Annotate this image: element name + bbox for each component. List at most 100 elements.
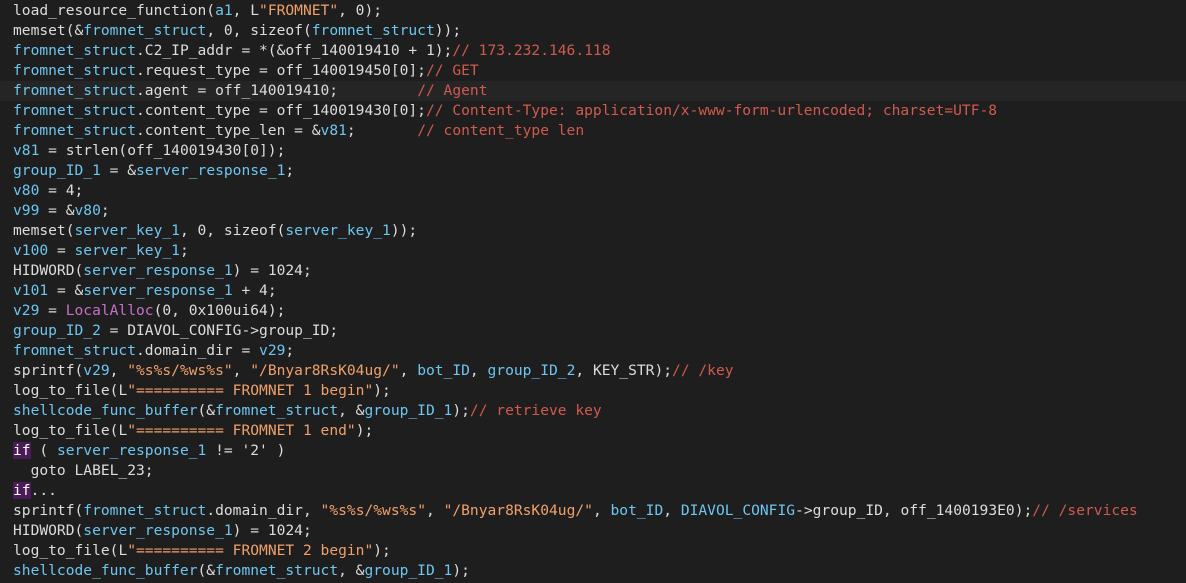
identifier[interactable]: fromnet_struct (13, 82, 136, 99)
identifier[interactable]: v29 (83, 362, 109, 379)
identifier[interactable]: v81 (321, 122, 347, 139)
string-literal: "%s%s/%ws%s" (127, 362, 233, 379)
identifier[interactable]: v81 (13, 142, 39, 159)
code-text: ); (373, 542, 391, 559)
code-text: , (232, 362, 251, 379)
code-line[interactable]: goto LABEL_23; (0, 461, 1186, 481)
code-text: .domain_dir, (206, 502, 321, 519)
identifier[interactable]: server_key_1 (285, 222, 390, 239)
code-line[interactable]: group_ID_1 = &server_response_1; (0, 161, 1186, 181)
identifier[interactable]: fromnet_struct (83, 22, 206, 39)
identifier[interactable]: group_ID_1 (364, 562, 452, 579)
identifier[interactable]: fromnet_struct (312, 22, 435, 39)
identifier[interactable]: bot_ID (611, 502, 664, 519)
code-line[interactable]: memset(&fromnet_struct, 0, sizeof(fromne… (0, 21, 1186, 41)
code-line[interactable]: v29 = LocalAlloc(0, 0x100ui64); (0, 301, 1186, 321)
identifier[interactable]: fromnet_struct (13, 102, 136, 119)
code-line[interactable]: shellcode_func_buffer(&fromnet_struct, &… (0, 401, 1186, 421)
code-line[interactable]: log_to_file(L"========== FROMNET 1 begin… (0, 381, 1186, 401)
code-text: .agent = off_140019410; (136, 82, 418, 99)
code-line[interactable]: v80 = 4; (0, 181, 1186, 201)
identifier[interactable]: group_ID_1 (364, 402, 452, 419)
code-line[interactable]: HIDWORD(server_response_1) = 1024; (0, 521, 1186, 541)
identifier[interactable]: server_key_1 (75, 222, 180, 239)
code-line[interactable]: fromnet_struct.content_type = off_140019… (0, 101, 1186, 121)
identifier[interactable]: v80 (75, 202, 101, 219)
function-name[interactable]: log_to_file (13, 382, 110, 399)
code-line[interactable]: if... (0, 481, 1186, 501)
code-text: , (663, 502, 681, 519)
identifier[interactable]: server_key_1 (75, 242, 180, 259)
keyword: if (13, 442, 31, 459)
code-text: ; (179, 242, 189, 259)
code-text: = & (100, 162, 137, 179)
identifier[interactable]: server_response_1 (83, 522, 232, 539)
code-text: , 0, sizeof( (206, 22, 312, 39)
code-line[interactable]: shellcode_func_buffer(&fromnet_struct, &… (0, 561, 1186, 581)
identifier[interactable]: bot_ID (417, 362, 470, 379)
code-line[interactable]: if ( server_response_1 != '2' ) (0, 441, 1186, 461)
code-text: (& (197, 562, 216, 579)
identifier[interactable]: v80 (13, 182, 39, 199)
code-line[interactable]: v100 = server_key_1; (0, 241, 1186, 261)
identifier[interactable]: fromnet_struct (13, 122, 136, 139)
code-view[interactable]: load_resource_function(a1, L"FROMNET", 0… (0, 0, 1186, 583)
identifier[interactable]: v100 (13, 242, 48, 259)
function-name[interactable]: memset (13, 222, 66, 239)
identifier[interactable]: a1 (215, 2, 233, 19)
code-text: .C2_IP_addr = *(&off_140019410 + 1); (136, 42, 453, 59)
identifier[interactable]: server_response_1 (136, 162, 285, 179)
identifier[interactable]: group_ID_1 (13, 162, 101, 179)
code-line[interactable]: group_ID_2 = DIAVOL_CONFIG->group_ID; (0, 321, 1186, 341)
identifier[interactable]: shellcode_func_buffer (13, 562, 198, 579)
identifier[interactable]: fromnet_struct (13, 342, 136, 359)
code-line[interactable]: fromnet_struct.content_type_len = &v81; … (0, 121, 1186, 141)
code-text: ); (452, 562, 470, 579)
code-text: sprintf( (13, 502, 84, 519)
code-text: ( (206, 2, 216, 19)
identifier[interactable]: server_response_1 (83, 282, 232, 299)
code-line[interactable]: load_resource_function(a1, L"FROMNET", 0… (0, 1, 1186, 21)
identifier[interactable]: fromnet_struct (13, 62, 136, 79)
code-line[interactable]: fromnet_struct.domain_dir = v29; (0, 341, 1186, 361)
identifier[interactable]: server_response_1 (83, 262, 232, 279)
code-line[interactable]: log_to_file(L"========== FROMNET 2 begin… (0, 541, 1186, 561)
identifier[interactable]: v99 (13, 202, 39, 219)
comment: // retrieve key (469, 402, 602, 419)
identifier[interactable]: group_ID_2 (13, 322, 101, 339)
code-text: = (39, 302, 66, 319)
code-line[interactable]: log_to_file(L"========== FROMNET 1 end")… (0, 421, 1186, 441)
code-line[interactable]: fromnet_struct.request_type = off_140019… (0, 61, 1186, 81)
string-literal: "========== FROMNET 2 begin" (127, 542, 374, 559)
function-name[interactable]: log_to_file (13, 542, 110, 559)
code-text: (L (109, 382, 128, 399)
identifier[interactable]: server_response_1 (57, 442, 206, 459)
code-line[interactable]: sprintf(fromnet_struct.domain_dir, "%s%s… (0, 501, 1186, 521)
code-text: HIDWORD( (13, 522, 84, 539)
code-line[interactable]: memset(server_key_1, 0, sizeof(server_ke… (0, 221, 1186, 241)
identifier[interactable]: shellcode_func_buffer (13, 402, 198, 419)
identifier[interactable]: fromnet_struct (83, 502, 206, 519)
code-line[interactable]: fromnet_struct.agent = off_140019410; //… (0, 81, 1186, 101)
identifier[interactable]: v101 (13, 282, 48, 299)
function-name[interactable]: log_to_file (13, 422, 110, 439)
code-line[interactable]: fromnet_struct.C2_IP_addr = *(&off_14001… (0, 41, 1186, 61)
code-text: , 0, sizeof( (179, 222, 286, 239)
identifier[interactable]: fromnet_struct (13, 42, 136, 59)
code-line[interactable]: v81 = strlen(off_140019430[0]); (0, 141, 1186, 161)
code-line[interactable]: HIDWORD(server_response_1) = 1024; (0, 261, 1186, 281)
identifier[interactable]: fromnet_struct (215, 402, 338, 419)
code-text: .content_type = off_140019430[0]; (136, 102, 426, 119)
code-line[interactable]: v101 = &server_response_1 + 4; (0, 281, 1186, 301)
function-name[interactable]: memset (13, 22, 66, 39)
code-text: ( (65, 222, 75, 239)
identifier[interactable]: fromnet_struct (215, 562, 338, 579)
identifier[interactable]: group_ID_2 (488, 362, 576, 379)
api-call[interactable]: LocalAlloc (66, 302, 154, 319)
function-name[interactable]: load_resource_function (13, 2, 206, 19)
code-line[interactable]: sprintf(v29, "%s%s/%ws%s", "/Bnyar8RsK04… (0, 361, 1186, 381)
code-line[interactable]: v99 = &v80; (0, 201, 1186, 221)
identifier[interactable]: v29 (259, 342, 285, 359)
identifier[interactable]: DIAVOL_CONFIG (681, 502, 795, 519)
identifier[interactable]: v29 (13, 302, 39, 319)
